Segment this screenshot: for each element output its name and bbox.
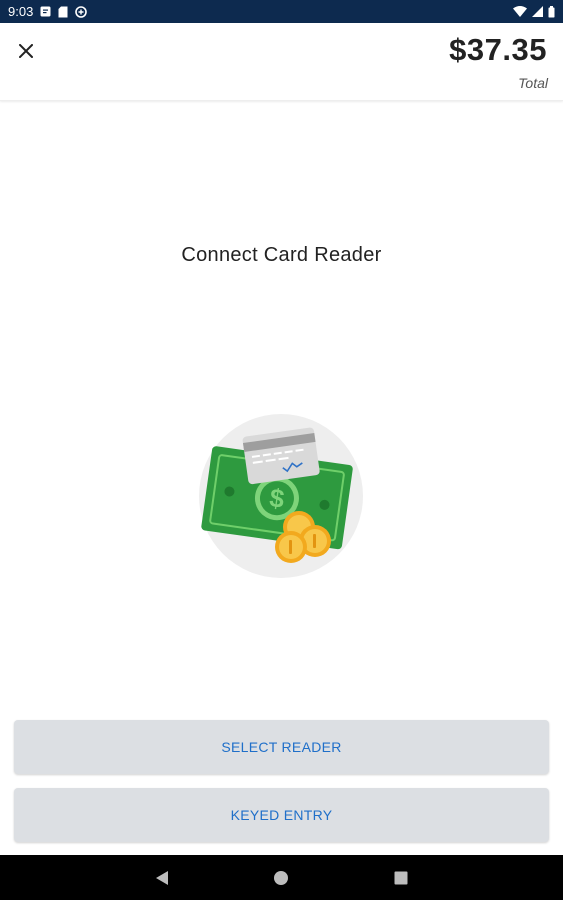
status-bar-right [513, 5, 555, 18]
status-bar-left: 9:03 [8, 4, 88, 19]
close-icon [19, 44, 33, 58]
sd-card-icon [58, 6, 68, 18]
total-amount: $37.35 [449, 32, 547, 67]
back-icon [156, 870, 168, 885]
page-title: Connect Card Reader [181, 244, 382, 266]
message-notification-icon [40, 6, 51, 17]
wifi-icon [513, 6, 527, 17]
close-button[interactable] [12, 37, 40, 65]
recents-icon [394, 871, 408, 884]
select-reader-label: SELECT READER [221, 739, 342, 755]
navigation-bar [0, 855, 563, 900]
select-reader-button[interactable]: SELECT READER [14, 720, 549, 774]
app-header: $37.35 Total [0, 23, 563, 101]
signal-icon [532, 6, 543, 17]
back-button[interactable] [132, 855, 192, 900]
keyed-entry-label: KEYED ENTRY [230, 807, 333, 823]
total-label: Total [518, 75, 548, 91]
status-bar: 9:03 [0, 0, 563, 23]
home-button[interactable] [251, 855, 311, 900]
keyed-entry-button[interactable]: KEYED ENTRY [14, 788, 549, 842]
home-icon [274, 870, 288, 885]
card-and-cash-illustration: $ [195, 410, 367, 582]
battery-icon [548, 5, 555, 18]
status-time: 9:03 [8, 4, 34, 19]
recents-button[interactable] [371, 855, 431, 900]
data-saver-icon [75, 5, 88, 18]
